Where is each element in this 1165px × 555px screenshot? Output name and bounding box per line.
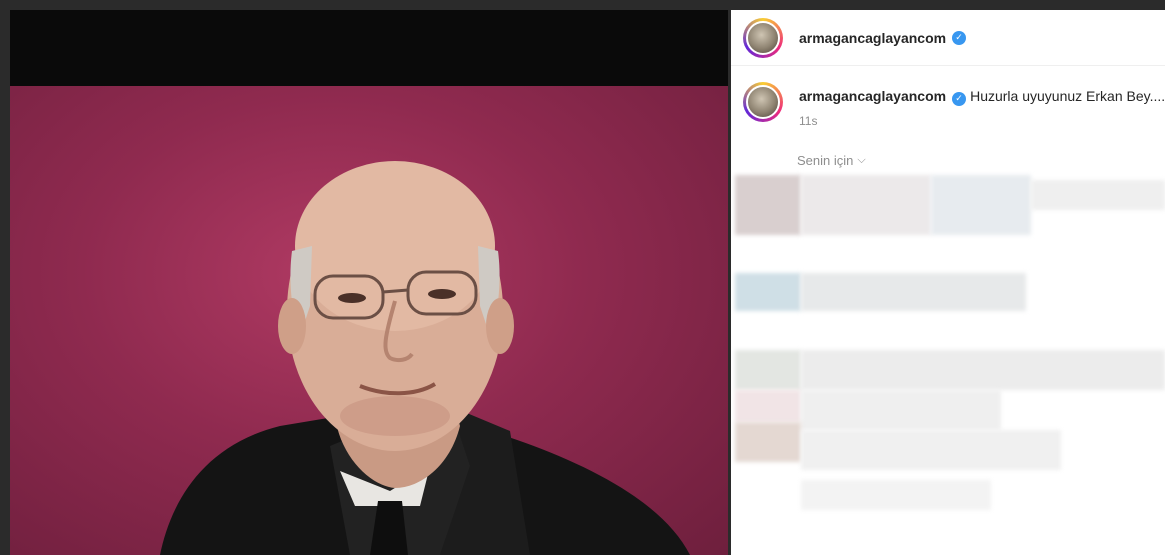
caption-username[interactable]: armagancaglayancom — [799, 88, 946, 104]
blurred-content — [801, 390, 1001, 430]
for-you-label: Senin için — [797, 153, 854, 168]
profile-avatar[interactable] — [743, 17, 783, 58]
caption-body: Huzurla uyuyunuz Erkan Bey.... — [970, 88, 1165, 104]
chevron-down-icon: ⌵ — [857, 154, 866, 166]
blurred-content — [1031, 180, 1165, 210]
blurred-content — [801, 175, 931, 235]
post-header: armagancaglayancom ✓ — [731, 10, 1165, 66]
post-photo[interactable] — [10, 86, 728, 555]
blurred-content — [801, 430, 1061, 470]
avatar-image — [746, 20, 780, 55]
blurred-content — [931, 175, 1031, 235]
post-side-panel: armagancaglayancom ✓ armagancaglayancom ✓… — [731, 10, 1165, 555]
caption-avatar[interactable] — [743, 82, 783, 122]
blurred-content — [735, 273, 801, 311]
verified-badge-icon: ✓ — [952, 91, 967, 106]
blurred-content — [735, 390, 801, 422]
blurred-content — [735, 175, 801, 235]
post-media[interactable] — [10, 10, 728, 555]
blurred-content — [735, 422, 801, 462]
header-username[interactable]: armagancaglayancom — [799, 30, 946, 46]
caption-text: armagancaglayancom ✓ Huzurla uyuyunuz Erka… — [799, 88, 1165, 106]
post-time[interactable]: 11s — [799, 114, 817, 128]
blurred-content — [801, 273, 1026, 311]
blurred-content — [801, 480, 991, 510]
blurred-content — [801, 350, 1165, 390]
blurred-content — [735, 350, 801, 390]
portrait-illustration — [160, 161, 690, 555]
screenshot-frame: armagancaglayancom ✓ armagancaglayancom ✓… — [0, 0, 1165, 555]
for-you-selector[interactable]: Senin için ⌵ — [797, 153, 866, 168]
media-letterbox — [10, 10, 728, 86]
avatar-image — [746, 85, 780, 119]
verified-badge-icon: ✓ — [952, 30, 967, 45]
